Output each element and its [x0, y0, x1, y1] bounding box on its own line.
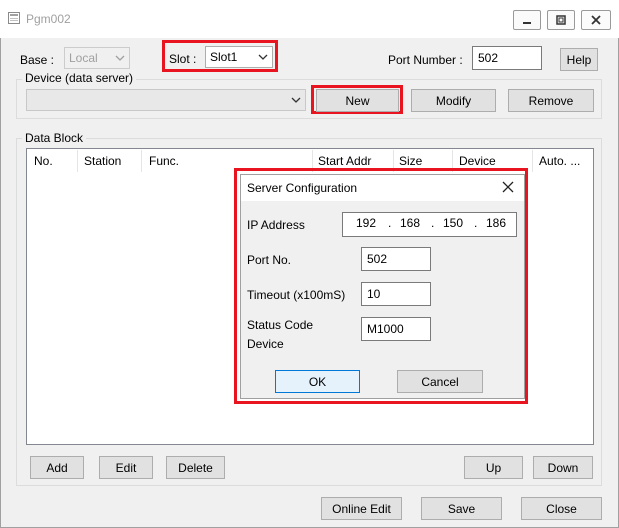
- modify-device-button[interactable]: Modify: [411, 89, 496, 112]
- window-title: Pgm002: [26, 12, 71, 26]
- add-block-button[interactable]: Add: [30, 456, 84, 479]
- ip-dot: .: [474, 216, 478, 230]
- edit-block-button[interactable]: Edit: [99, 456, 153, 479]
- ip-dot: .: [431, 216, 435, 230]
- window-close-button[interactable]: [581, 10, 611, 30]
- port-number-input[interactable]: 502: [472, 46, 542, 70]
- maximize-button[interactable]: [547, 10, 575, 30]
- restore-icon: [556, 15, 566, 25]
- device-group-title: Device (data server): [22, 71, 137, 85]
- chevron-down-icon: [291, 97, 301, 103]
- new-device-button[interactable]: New: [316, 89, 399, 112]
- remove-device-button[interactable]: Remove: [508, 89, 594, 112]
- dialog-close-icon[interactable]: [501, 180, 515, 194]
- delete-block-button[interactable]: Delete: [166, 456, 225, 479]
- ip-octet-3[interactable]: 150: [443, 216, 463, 230]
- chevron-down-icon: [115, 55, 125, 61]
- col-header-auto[interactable]: Auto. ...: [539, 154, 580, 168]
- col-header-no[interactable]: No.: [34, 154, 53, 168]
- ip-octet-1[interactable]: 192: [356, 216, 376, 230]
- col-divider: [77, 150, 78, 172]
- timeout-label: Timeout (x100mS): [247, 288, 346, 302]
- base-select-value: Local: [69, 51, 98, 65]
- app-icon: [8, 12, 20, 24]
- col-divider: [141, 150, 142, 172]
- ok-button[interactable]: OK: [275, 370, 360, 393]
- dialog-title: Server Configuration: [247, 181, 358, 195]
- col-divider: [532, 150, 533, 172]
- col-header-start-addr[interactable]: Start Addr: [318, 154, 371, 168]
- help-button[interactable]: Help: [560, 48, 598, 71]
- slot-select-value: Slot1: [210, 50, 238, 64]
- close-button[interactable]: Close: [521, 497, 602, 520]
- cancel-button[interactable]: Cancel: [397, 370, 483, 393]
- data-block-group-title: Data Block: [22, 131, 87, 145]
- col-header-station[interactable]: Station: [84, 154, 121, 168]
- minimize-button[interactable]: [513, 10, 541, 30]
- ip-octet-2[interactable]: 168: [400, 216, 420, 230]
- save-button[interactable]: Save: [421, 497, 502, 520]
- move-up-button[interactable]: Up: [464, 456, 523, 479]
- ip-octet-4[interactable]: 186: [486, 216, 506, 230]
- base-label: Base :: [20, 53, 55, 67]
- move-down-button[interactable]: Down: [533, 456, 593, 479]
- close-icon: [591, 15, 601, 25]
- chevron-down-icon: [258, 54, 268, 60]
- status-code-label: Status Code: [247, 318, 314, 332]
- slot-select[interactable]: Slot1: [205, 46, 273, 68]
- port-no-label: Port No.: [247, 253, 292, 267]
- minimize-icon: [523, 22, 531, 24]
- ip-dot: .: [388, 216, 392, 230]
- device-select[interactable]: [26, 89, 306, 111]
- status-device-label: Device: [247, 337, 284, 351]
- slot-label: Slot :: [169, 52, 197, 66]
- port-number-label: Port Number :: [388, 53, 463, 67]
- base-select[interactable]: Local: [64, 47, 130, 69]
- col-header-device[interactable]: Device: [459, 154, 496, 168]
- timeout-input[interactable]: 10: [361, 282, 431, 306]
- status-code-input[interactable]: M1000: [361, 317, 431, 341]
- online-edit-button[interactable]: Online Edit: [321, 497, 402, 520]
- col-header-size[interactable]: Size: [399, 154, 422, 168]
- ip-address-label: IP Address: [247, 218, 305, 232]
- port-no-input[interactable]: 502: [361, 247, 431, 271]
- col-header-func[interactable]: Func.: [149, 154, 179, 168]
